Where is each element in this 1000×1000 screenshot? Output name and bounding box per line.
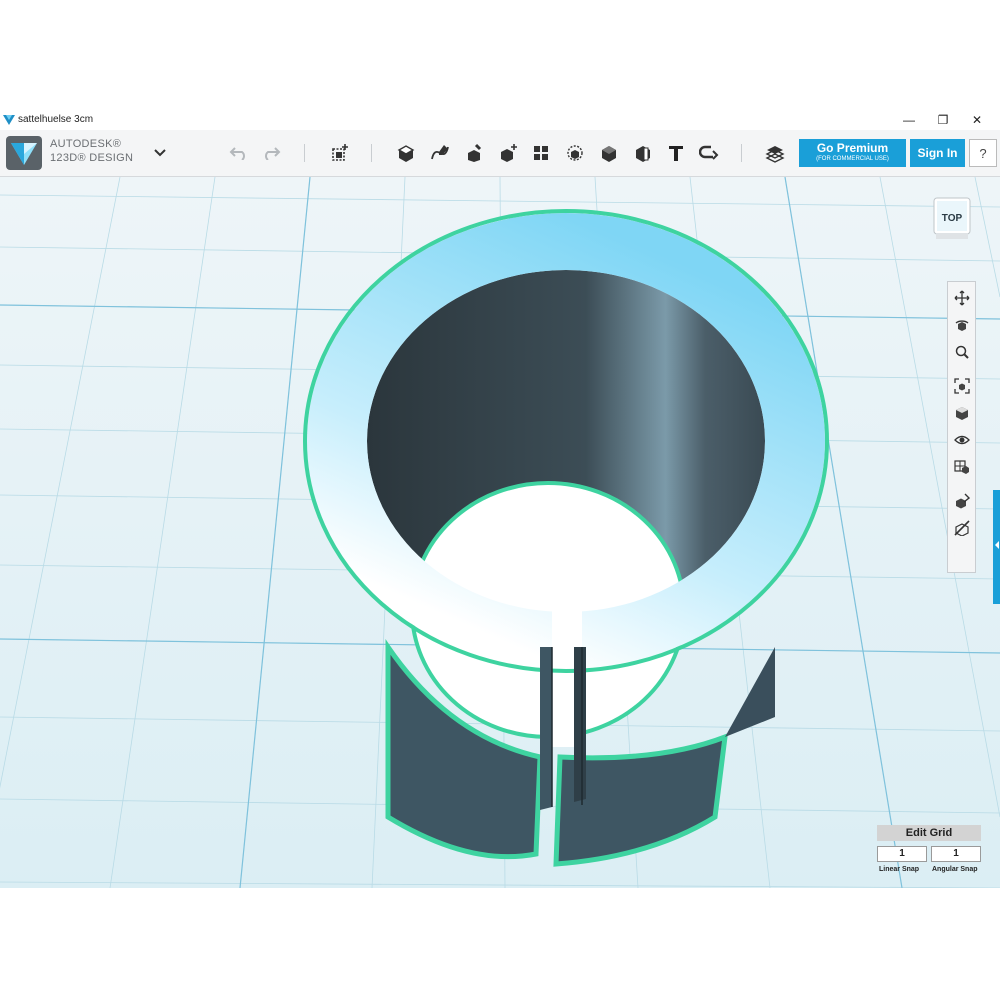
undo-button[interactable]	[227, 141, 251, 165]
window-title: sattelhuelse 3cm	[18, 114, 94, 125]
primitives-icon	[332, 144, 348, 161]
snap-icon	[699, 145, 719, 160]
navigation-panel	[947, 281, 976, 573]
eye-icon	[953, 435, 970, 444]
orbit-button[interactable]	[951, 314, 972, 335]
angular-snap-label: Angular Snap	[932, 866, 978, 873]
construct-button[interactable]	[462, 141, 486, 165]
measure-button[interactable]	[631, 141, 655, 165]
fit-icon	[953, 377, 970, 394]
modify-icon	[501, 144, 517, 162]
chevron-down-icon[interactable]	[152, 144, 168, 160]
minimize-button[interactable]: —	[898, 112, 920, 128]
toolbar-divider	[304, 144, 305, 162]
hide-mesh-button[interactable]	[951, 517, 972, 538]
help-button[interactable]: ?	[969, 139, 997, 167]
3d-viewport[interactable]: TOP Edit Grid 1 1 Linear Snap Angular Sn…	[0, 177, 1000, 888]
app-logo-icon[interactable]	[6, 136, 42, 170]
view-button[interactable]	[951, 402, 972, 423]
toolbar-divider	[371, 144, 372, 162]
sign-in-button[interactable]: Sign In	[910, 139, 965, 167]
go-premium-label: Go Premium	[816, 141, 889, 155]
app-window: sattelhuelse 3cm — ❐ ✕ AUTODESK® 123D® D…	[0, 110, 1000, 888]
brand-product: 123D® DESIGN	[50, 152, 134, 164]
material-button[interactable]	[763, 141, 787, 165]
edit-grid-panel: Edit Grid 1 1 Linear Snap Angular Snap	[877, 825, 981, 885]
primitives-button[interactable]	[328, 141, 352, 165]
linear-snap-label: Linear Snap	[879, 866, 920, 873]
snap-button[interactable]	[697, 141, 721, 165]
pan-icon	[954, 290, 969, 305]
restore-button[interactable]: ❐	[932, 112, 954, 128]
scene-canvas[interactable]	[0, 177, 1000, 888]
materials-icon	[953, 459, 969, 474]
modify-button[interactable]	[496, 141, 520, 165]
zoom-button[interactable]	[951, 341, 972, 362]
text-icon	[669, 146, 683, 161]
hide-sketch-button[interactable]	[951, 490, 972, 511]
view-icon	[955, 406, 968, 420]
text-button[interactable]	[664, 141, 688, 165]
measure-icon	[636, 146, 650, 162]
close-button[interactable]: ✕	[966, 112, 988, 128]
main-toolbar: AUTODESK® 123D® DESIGN Go Premium (FOR C…	[0, 130, 1000, 177]
hide-mesh-icon	[953, 519, 970, 536]
visibility-button[interactable]	[951, 429, 972, 450]
undo-icon	[229, 147, 245, 160]
grouping-button[interactable]	[563, 141, 587, 165]
go-premium-button[interactable]: Go Premium (FOR COMMERCIAL USE)	[799, 139, 906, 167]
sketch-button[interactable]	[394, 141, 418, 165]
sketch-icon	[431, 145, 449, 160]
linear-snap-input[interactable]: 1	[877, 846, 927, 862]
hide-sketch-icon	[955, 493, 970, 508]
toolbar-divider	[741, 144, 742, 162]
go-premium-sublabel: (FOR COMMERCIAL USE)	[816, 156, 889, 162]
pattern-button[interactable]	[529, 141, 553, 165]
pan-button[interactable]	[951, 287, 972, 308]
redo-button[interactable]	[259, 141, 283, 165]
pattern-icon	[534, 146, 548, 160]
angular-snap-input[interactable]: 1	[931, 846, 981, 862]
construct-icon	[468, 143, 482, 162]
box-icon	[397, 145, 415, 162]
zoom-icon	[955, 345, 969, 359]
grouping-icon	[567, 145, 583, 161]
combine-icon	[602, 146, 616, 162]
viewcube-face-label: TOP	[942, 213, 963, 224]
materials-button[interactable]	[951, 456, 972, 477]
viewcube[interactable]: TOP	[933, 197, 971, 241]
app-logo-icon	[3, 115, 15, 125]
fit-button[interactable]	[951, 375, 972, 396]
brand-company: AUTODESK®	[50, 138, 122, 150]
combine-button[interactable]	[597, 141, 621, 165]
sketch-tool-button[interactable]	[428, 141, 452, 165]
material-icon	[765, 146, 785, 163]
edit-grid-button[interactable]: Edit Grid	[877, 825, 981, 841]
title-bar: sattelhuelse 3cm — ❐ ✕	[0, 110, 1000, 130]
orbit-icon	[955, 319, 968, 331]
chevron-left-icon	[995, 541, 999, 549]
redo-icon	[265, 147, 281, 160]
